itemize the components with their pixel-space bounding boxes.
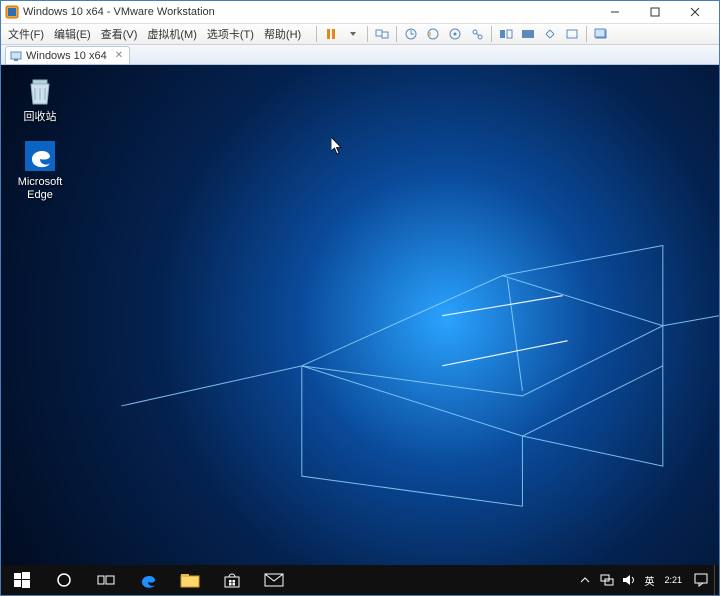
show-desktop-button[interactable]	[714, 565, 719, 595]
edge-icon[interactable]: Microsoft Edge	[9, 138, 71, 202]
cortana-button[interactable]	[43, 565, 85, 595]
menu-vm[interactable]: 虚拟机(M)	[142, 24, 202, 44]
recycle-bin-label: 回收站	[24, 111, 57, 124]
snapshot-revert-icon[interactable]	[423, 25, 443, 43]
close-button[interactable]	[675, 2, 715, 22]
clock-time: 2:21	[664, 575, 682, 585]
clock[interactable]: 2:21	[658, 575, 688, 585]
edge-label: Microsoft Edge	[9, 176, 71, 202]
recycle-bin-icon[interactable]: 回收站	[9, 73, 71, 124]
vmware-window: Windows 10 x64 - VMware Workstation 文件(F…	[0, 0, 720, 596]
library-icon[interactable]	[591, 25, 611, 43]
pause-button[interactable]	[321, 25, 341, 43]
taskbar-mail-button[interactable]	[253, 565, 295, 595]
taskbar: 英 2:21	[1, 565, 719, 595]
mouse-cursor-icon	[331, 137, 343, 155]
vm-tab[interactable]: Windows 10 x64 ✕	[5, 46, 130, 64]
maximize-button[interactable]	[635, 2, 675, 22]
menu-tabs[interactable]: 选项卡(T)	[202, 24, 259, 44]
titlebar: Windows 10 x64 - VMware Workstation	[1, 1, 719, 23]
ime-indicator[interactable]: 英	[640, 573, 658, 588]
vm-tab-icon	[10, 50, 22, 62]
menubar: 文件(F) 编辑(E) 查看(V) 虚拟机(M) 选项卡(T) 帮助(H)	[1, 23, 719, 45]
tab-close-icon[interactable]: ✕	[115, 50, 123, 61]
wallpaper-graphic	[1, 65, 719, 576]
unity-icon[interactable]	[540, 25, 560, 43]
tray-network-icon[interactable]	[596, 565, 618, 595]
window-controls	[595, 2, 715, 22]
tray-volume-icon[interactable]	[618, 565, 640, 595]
taskview-button[interactable]	[85, 565, 127, 595]
action-center-icon[interactable]	[688, 573, 714, 587]
send-key-icon[interactable]	[372, 25, 392, 43]
vm-tab-label: Windows 10 x64	[26, 50, 107, 62]
recycle-bin-image	[22, 73, 58, 109]
snapshot-manage-icon[interactable]	[445, 25, 465, 43]
console-view-icon[interactable]	[496, 25, 516, 43]
snapshot-tree-icon[interactable]	[467, 25, 487, 43]
edge-image	[22, 138, 58, 174]
taskbar-edge-button[interactable]	[127, 565, 169, 595]
tabbar: Windows 10 x64 ✕	[1, 45, 719, 65]
window-title: Windows 10 x64 - VMware Workstation	[23, 6, 595, 18]
menu-file[interactable]: 文件(F)	[3, 24, 49, 44]
quick-switch-icon[interactable]	[518, 25, 538, 43]
power-dropdown-icon[interactable]	[343, 25, 363, 43]
taskbar-store-button[interactable]	[211, 565, 253, 595]
fullscreen-icon[interactable]	[562, 25, 582, 43]
desktop-icons: 回收站 Microsoft Edge	[9, 73, 71, 202]
menu-view[interactable]: 查看(V)	[96, 24, 143, 44]
start-button[interactable]	[1, 565, 43, 595]
taskbar-explorer-button[interactable]	[169, 565, 211, 595]
systray: 英 2:21	[574, 565, 719, 595]
vmware-icon	[5, 5, 19, 19]
tray-chevron-up-icon[interactable]	[574, 565, 596, 595]
minimize-button[interactable]	[595, 2, 635, 22]
guest-viewport[interactable]: 回收站 Microsoft Edge	[1, 65, 719, 595]
menu-edit[interactable]: 编辑(E)	[49, 24, 96, 44]
snapshot-icon[interactable]	[401, 25, 421, 43]
toolbar	[314, 25, 611, 43]
menu-help[interactable]: 帮助(H)	[259, 24, 306, 44]
